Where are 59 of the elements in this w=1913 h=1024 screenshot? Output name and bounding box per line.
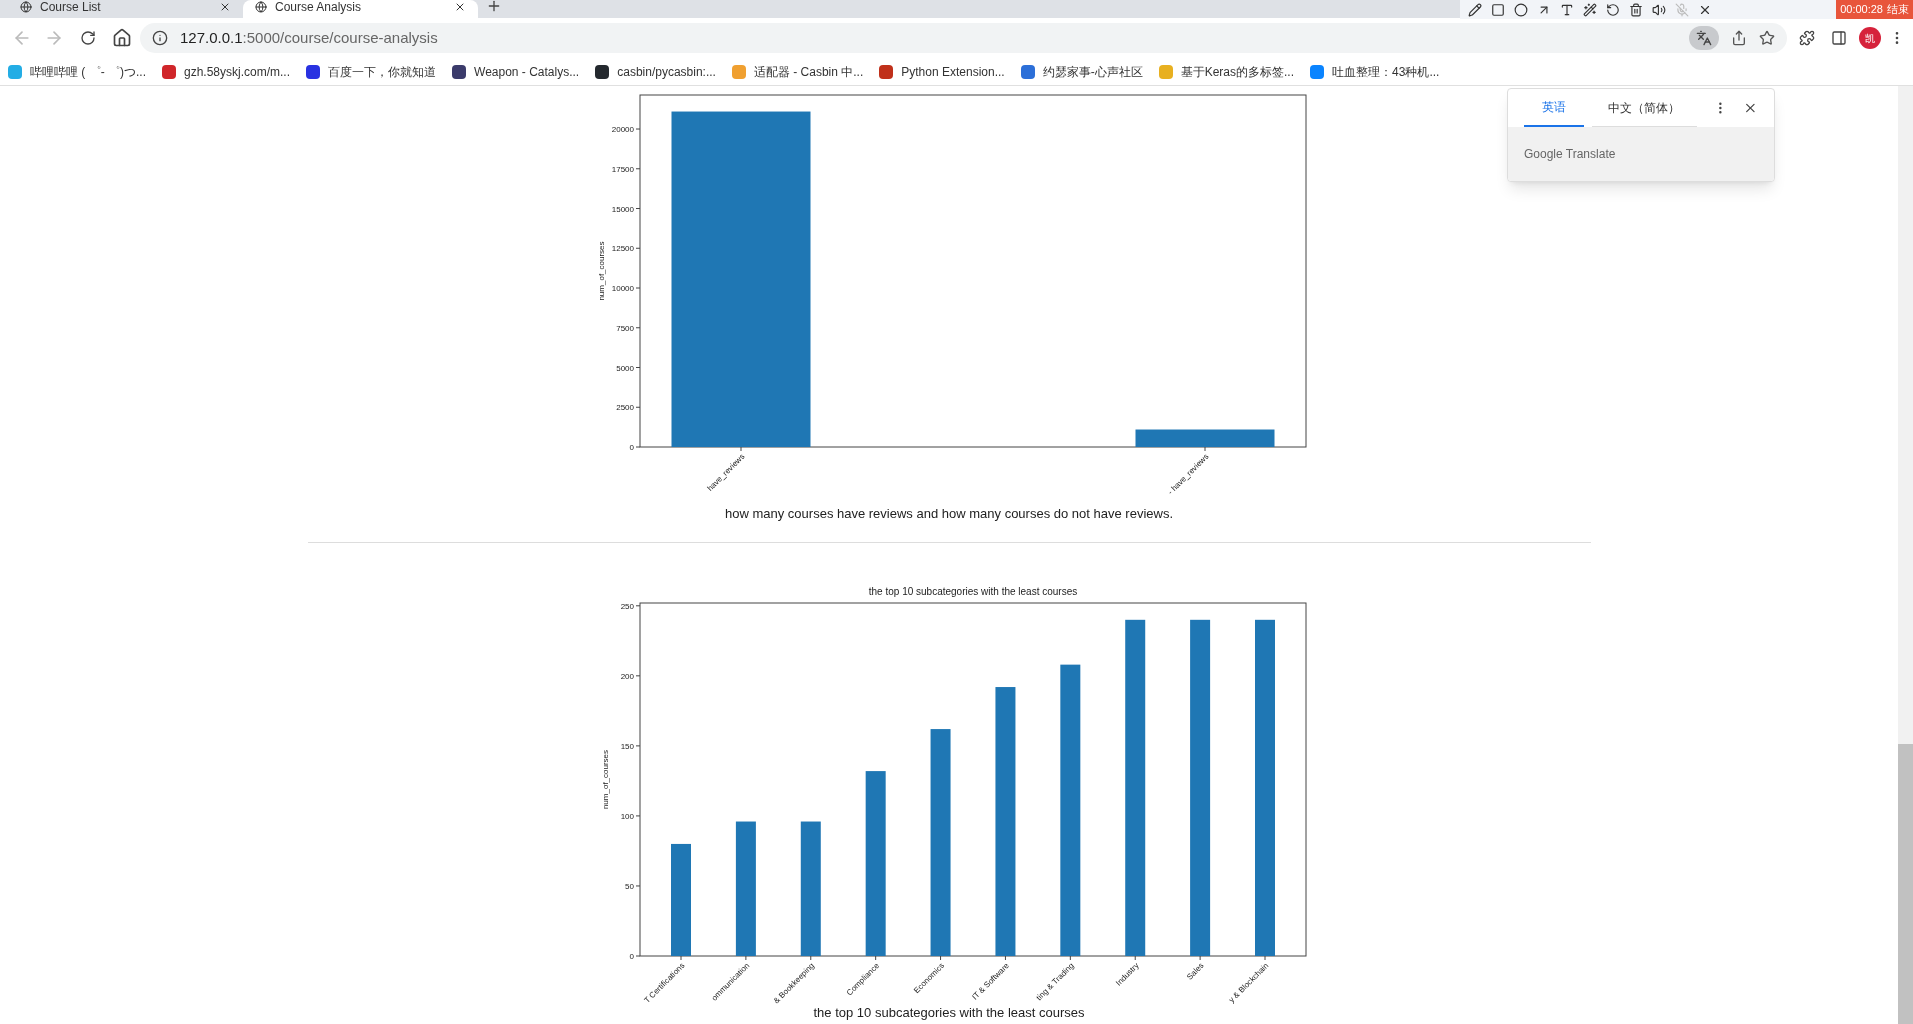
url-text: 127.0.0.1:5000/course/course-analysis	[180, 27, 438, 48]
address-bar[interactable]: 127.0.0.1:5000/course/course-analysis	[140, 23, 1787, 53]
bookmark[interactable]: casbin/pycasbin:...	[595, 62, 716, 81]
share-icon[interactable]	[1731, 30, 1747, 46]
globe-icon	[255, 1, 267, 13]
bookmark[interactable]: 吐血整理：43种机...	[1310, 62, 1440, 81]
reload-icon[interactable]	[80, 30, 96, 46]
side-panel-icon[interactable]	[1831, 30, 1847, 46]
y-tick-label: 2500	[616, 403, 634, 413]
new-tab-icon	[486, 0, 502, 14]
y-tick-label: 250	[620, 601, 634, 611]
translate-brand: Google Translate	[1524, 146, 1616, 163]
wand-icon[interactable]	[1583, 2, 1597, 17]
browser-tab[interactable]: Course Analysis	[243, 0, 478, 18]
y-tick-label: 150	[620, 741, 634, 751]
undo-icon[interactable]	[1606, 2, 1620, 17]
chart-caption: the top 10 subcategories with the least courses	[813, 1003, 1085, 1022]
scrollbar[interactable]	[1898, 86, 1913, 1024]
y-tick-label: 100	[620, 811, 634, 821]
y-axis-label: num_of_courses	[601, 749, 610, 809]
y-tick-label: 0	[629, 443, 634, 452]
circle-icon[interactable]	[1514, 2, 1528, 17]
bookmark[interactable]: 哔哩哔哩 ( ゜- ゜)つ...	[8, 62, 146, 81]
bookmark[interactable]: 基于Keras的多标签...	[1158, 62, 1295, 81]
bookmark[interactable]: 适配器 - Casbin 中...	[731, 62, 864, 81]
text-icon[interactable]	[1560, 2, 1574, 17]
bookmark[interactable]: 百度一下，你就知道	[306, 62, 437, 81]
square-icon[interactable]	[1491, 2, 1505, 17]
y-tick-label: 50	[625, 881, 634, 891]
close-icon	[219, 1, 231, 13]
close-icon	[454, 1, 466, 13]
home-icon[interactable]	[112, 28, 132, 48]
profile-avatar[interactable]: 凯	[1859, 27, 1881, 49]
y-tick-label: 7500	[616, 323, 634, 333]
bookmark[interactable]: Weapon - Catalys...	[452, 62, 580, 81]
extensions-icon[interactable]	[1799, 30, 1815, 46]
bookmark[interactable]: Python Extension...	[879, 62, 1005, 81]
globe-icon	[20, 1, 32, 13]
info-icon	[152, 30, 168, 46]
y-tick-label: 17500	[611, 164, 634, 174]
speaker-icon[interactable]	[1652, 2, 1666, 17]
y-tick-label: 200	[620, 671, 634, 681]
stop-recording-button[interactable]: 00:00:28 结束	[1836, 0, 1913, 19]
y-tick-label: 12500	[611, 244, 634, 254]
y-tick-label: 0	[629, 951, 634, 961]
y-axis-label: num_of_courses	[597, 241, 606, 301]
bookmark[interactable]: 约瑟家事-心声社区	[1020, 62, 1143, 81]
translate-button[interactable]	[1689, 26, 1719, 50]
y-tick-label: 10000	[611, 284, 634, 293]
bookmark[interactable]: gzh.58yskj.com/m...	[162, 62, 291, 81]
bookmark-star-icon[interactable]	[1759, 30, 1775, 46]
y-tick-label: 15000	[611, 204, 634, 214]
translate-icon	[1696, 30, 1712, 46]
pencil-icon[interactable]	[1468, 2, 1482, 17]
chart-title: the top 10 subcategories with the least courses	[868, 585, 1078, 597]
chart-caption: how many courses have reviews and how many courses do not have reviews.	[725, 505, 1173, 523]
trash-icon[interactable]	[1629, 2, 1643, 17]
y-tick-label: 5000	[616, 363, 634, 373]
y-tick-label: 20000	[611, 125, 634, 134]
